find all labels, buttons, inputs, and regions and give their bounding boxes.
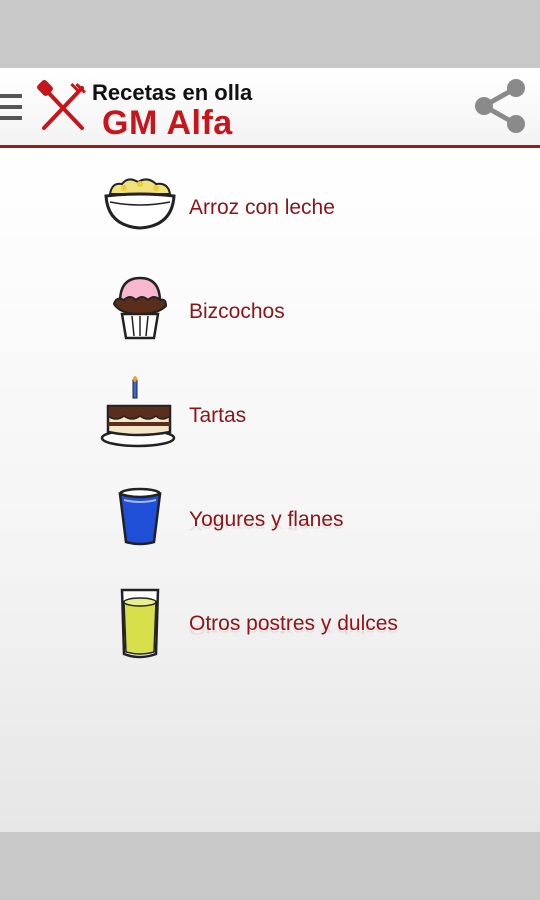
app-title-line2: GM Alfa (102, 104, 233, 142)
category-otros-postres-y-dulces[interactable]: Otros postres y dulces Otros postres y d… (100, 584, 500, 664)
app-logo: Recetas en olla GM Alfa (36, 74, 276, 142)
share-icon[interactable] (470, 76, 530, 136)
yogurt-cup-icon (118, 487, 162, 546)
category-bizcochos[interactable]: Bizcochos (100, 272, 500, 352)
category-tartas[interactable]: Tartas (100, 376, 500, 456)
category-arroz-con-leche[interactable]: Arroz con leche (100, 168, 500, 248)
cupcake-icon (112, 276, 168, 340)
category-label: Arroz con leche (189, 196, 335, 219)
category-list: Arroz con leche Bizcochos Tartas Yogures… (0, 148, 540, 832)
app-title-line1: Recetas en olla (92, 80, 253, 105)
label-reflection: Yogures y flanes (189, 519, 344, 532)
crossed-fork-spatula-icon (37, 80, 86, 130)
system-navigation-bar (0, 832, 540, 900)
category-label: Bizcochos (189, 300, 285, 323)
label-reflection: Otros postres y dulces (189, 623, 398, 636)
dessert-glass-icon (120, 588, 160, 659)
category-label: Tartas (189, 404, 247, 427)
category-yogures-y-flanes[interactable]: Yogures y flanes Yogures y flanes (100, 480, 500, 560)
rice-pudding-bowl-icon (104, 178, 176, 230)
status-bar (0, 0, 540, 68)
birthday-cake-icon (100, 376, 176, 448)
app-bar: Recetas en olla GM Alfa (0, 68, 540, 148)
hamburger-menu-icon[interactable] (0, 90, 24, 126)
